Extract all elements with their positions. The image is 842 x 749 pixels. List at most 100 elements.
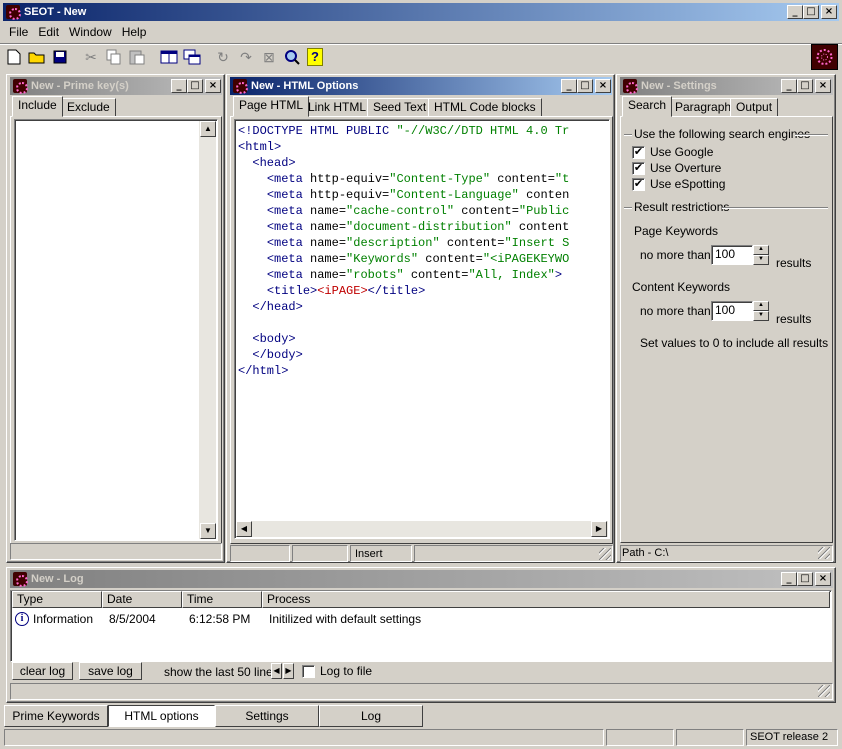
content-keywords-input[interactable]: 100: [711, 301, 753, 321]
prime-keys-title: New - Prime key(s): [31, 80, 129, 92]
scroll-down-button[interactable]: ▼: [200, 523, 216, 539]
window-icon[interactable]: [13, 572, 28, 587]
resize-grip[interactable]: [818, 547, 830, 559]
table-row[interactable]: i Information 8/5/2004 6:12:58 PM Initil…: [12, 611, 830, 628]
menu-window[interactable]: Window: [69, 25, 112, 39]
tab-include[interactable]: Include: [12, 96, 63, 117]
log-maximize-button[interactable]: □: [797, 572, 813, 586]
settings-maximize-button[interactable]: □: [797, 79, 813, 93]
settings-minimize-button[interactable]: _: [781, 79, 797, 93]
status-insert-mode: Insert: [350, 545, 412, 562]
paste-icon[interactable]: [126, 46, 148, 68]
engine-google-checkbox[interactable]: ✔ Use Google: [632, 145, 713, 160]
tab-log[interactable]: Log: [319, 705, 423, 727]
tab-link-html[interactable]: Link HTML: [302, 98, 373, 117]
log-row-type: Information: [33, 612, 94, 626]
window-icon[interactable]: [233, 79, 248, 94]
stop-icon[interactable]: ⊠: [258, 46, 280, 68]
refresh-icon[interactable]: ↻: [212, 46, 234, 68]
html-options-titlebar: New - HTML Options: [230, 77, 612, 95]
info-icon: i: [15, 612, 29, 626]
app-icon[interactable]: [6, 5, 21, 20]
tab-html-code-blocks[interactable]: HTML Code blocks: [428, 98, 542, 117]
restrictions-group-label: Result restrictions: [634, 200, 730, 214]
html-code-editor[interactable]: <!DOCTYPE HTML PUBLIC "-//W3C//DTD HTML …: [234, 119, 610, 539]
new-file-icon[interactable]: [3, 46, 25, 68]
html-maximize-button[interactable]: □: [577, 79, 593, 93]
page-keywords-input[interactable]: 100: [711, 245, 753, 265]
html-close-button[interactable]: ×: [595, 79, 611, 93]
check-icon[interactable]: ✔: [632, 146, 645, 160]
lines-decrease-button[interactable]: ◀: [271, 663, 282, 679]
scroll-up-button[interactable]: ▲: [200, 121, 216, 137]
cut-icon[interactable]: ✂: [80, 46, 102, 68]
save-icon[interactable]: [49, 46, 71, 68]
tab-exclude[interactable]: Exclude: [61, 98, 116, 117]
search-icon[interactable]: [281, 46, 303, 68]
log-col-process[interactable]: Process: [262, 591, 830, 608]
tab-output[interactable]: Output: [730, 98, 779, 117]
log-to-file-label: Log to file: [320, 664, 373, 678]
prime-close-button[interactable]: ×: [205, 79, 221, 93]
content-spin-down[interactable]: ▼: [753, 311, 769, 321]
tab-prime-keywords[interactable]: Prime Keywords: [4, 705, 108, 727]
tab-settings[interactable]: Settings: [215, 705, 319, 727]
checkbox-box[interactable]: [302, 665, 315, 679]
menu-help[interactable]: Help: [122, 25, 147, 39]
page-spin-down[interactable]: ▼: [753, 255, 769, 265]
menu-edit[interactable]: Edit: [38, 25, 59, 39]
html-code-text: <!DOCTYPE HTML PUBLIC "-//W3C//DTD HTML …: [238, 124, 570, 378]
window-icon[interactable]: [623, 79, 638, 94]
redo-icon[interactable]: ↷: [235, 46, 257, 68]
tab-search[interactable]: Search: [622, 96, 673, 117]
log-close-button[interactable]: ×: [815, 572, 831, 586]
close-button[interactable]: ×: [821, 5, 837, 19]
check-icon[interactable]: ✔: [632, 178, 645, 192]
menu-file[interactable]: File: [9, 25, 28, 39]
resize-grip[interactable]: [818, 685, 830, 697]
log-col-date[interactable]: Date: [102, 591, 182, 608]
html-hscrollbar[interactable]: [236, 521, 608, 537]
log-col-time[interactable]: Time: [182, 591, 262, 608]
copy-icon[interactable]: [103, 46, 125, 68]
tab-html-options[interactable]: HTML options: [108, 705, 215, 727]
prime-status-bar: [10, 543, 222, 560]
prime-maximize-button[interactable]: □: [187, 79, 203, 93]
scroll-right-button[interactable]: ▶: [591, 521, 607, 537]
page-spin-up[interactable]: ▲: [753, 245, 769, 255]
help-icon[interactable]: ?: [304, 46, 326, 68]
tab-paragraph[interactable]: Paragraph: [669, 98, 738, 117]
clear-log-button[interactable]: clear log: [12, 662, 73, 680]
log-minimize-button[interactable]: _: [781, 572, 797, 586]
window-icon[interactable]: [13, 79, 28, 94]
scroll-left-button[interactable]: ◀: [236, 521, 252, 537]
html-options-title: New - HTML Options: [251, 80, 359, 92]
prime-vscrollbar[interactable]: [199, 121, 216, 539]
open-folder-icon[interactable]: [26, 46, 48, 68]
check-icon[interactable]: ✔: [632, 162, 645, 176]
prime-keys-list[interactable]: [14, 119, 218, 541]
tab-page-html[interactable]: Page HTML: [233, 96, 310, 117]
engine-espotting-checkbox[interactable]: ✔ Use eSpotting: [632, 177, 725, 192]
main-status-cell-3: [676, 729, 744, 746]
maximize-button[interactable]: □: [803, 5, 819, 19]
prime-minimize-button[interactable]: _: [171, 79, 187, 93]
log-row-date: 8/5/2004: [109, 612, 156, 626]
log-table[interactable]: Type Date Time Process i Information 8/5…: [10, 590, 832, 662]
tile-windows-icon[interactable]: [158, 46, 180, 68]
log-col-type[interactable]: Type: [12, 591, 102, 608]
lines-increase-button[interactable]: ▶: [283, 663, 294, 679]
content-spin-up[interactable]: ▲: [753, 301, 769, 311]
save-log-button[interactable]: save log: [79, 662, 142, 680]
tab-seed-text[interactable]: Seed Text: [367, 98, 433, 117]
minimize-button[interactable]: _: [787, 5, 803, 19]
release-label: SEOT release 2: [750, 731, 829, 743]
settings-close-button[interactable]: ×: [815, 79, 831, 93]
html-minimize-button[interactable]: _: [561, 79, 577, 93]
resize-grip[interactable]: [599, 548, 611, 560]
page-no-more-than-label: no more than: [640, 248, 711, 262]
engine-overture-checkbox[interactable]: ✔ Use Overture: [632, 161, 721, 176]
app-title: SEOT - New: [24, 6, 87, 18]
log-to-file-checkbox[interactable]: Log to file: [302, 664, 373, 679]
cascade-windows-icon[interactable]: [181, 46, 203, 68]
